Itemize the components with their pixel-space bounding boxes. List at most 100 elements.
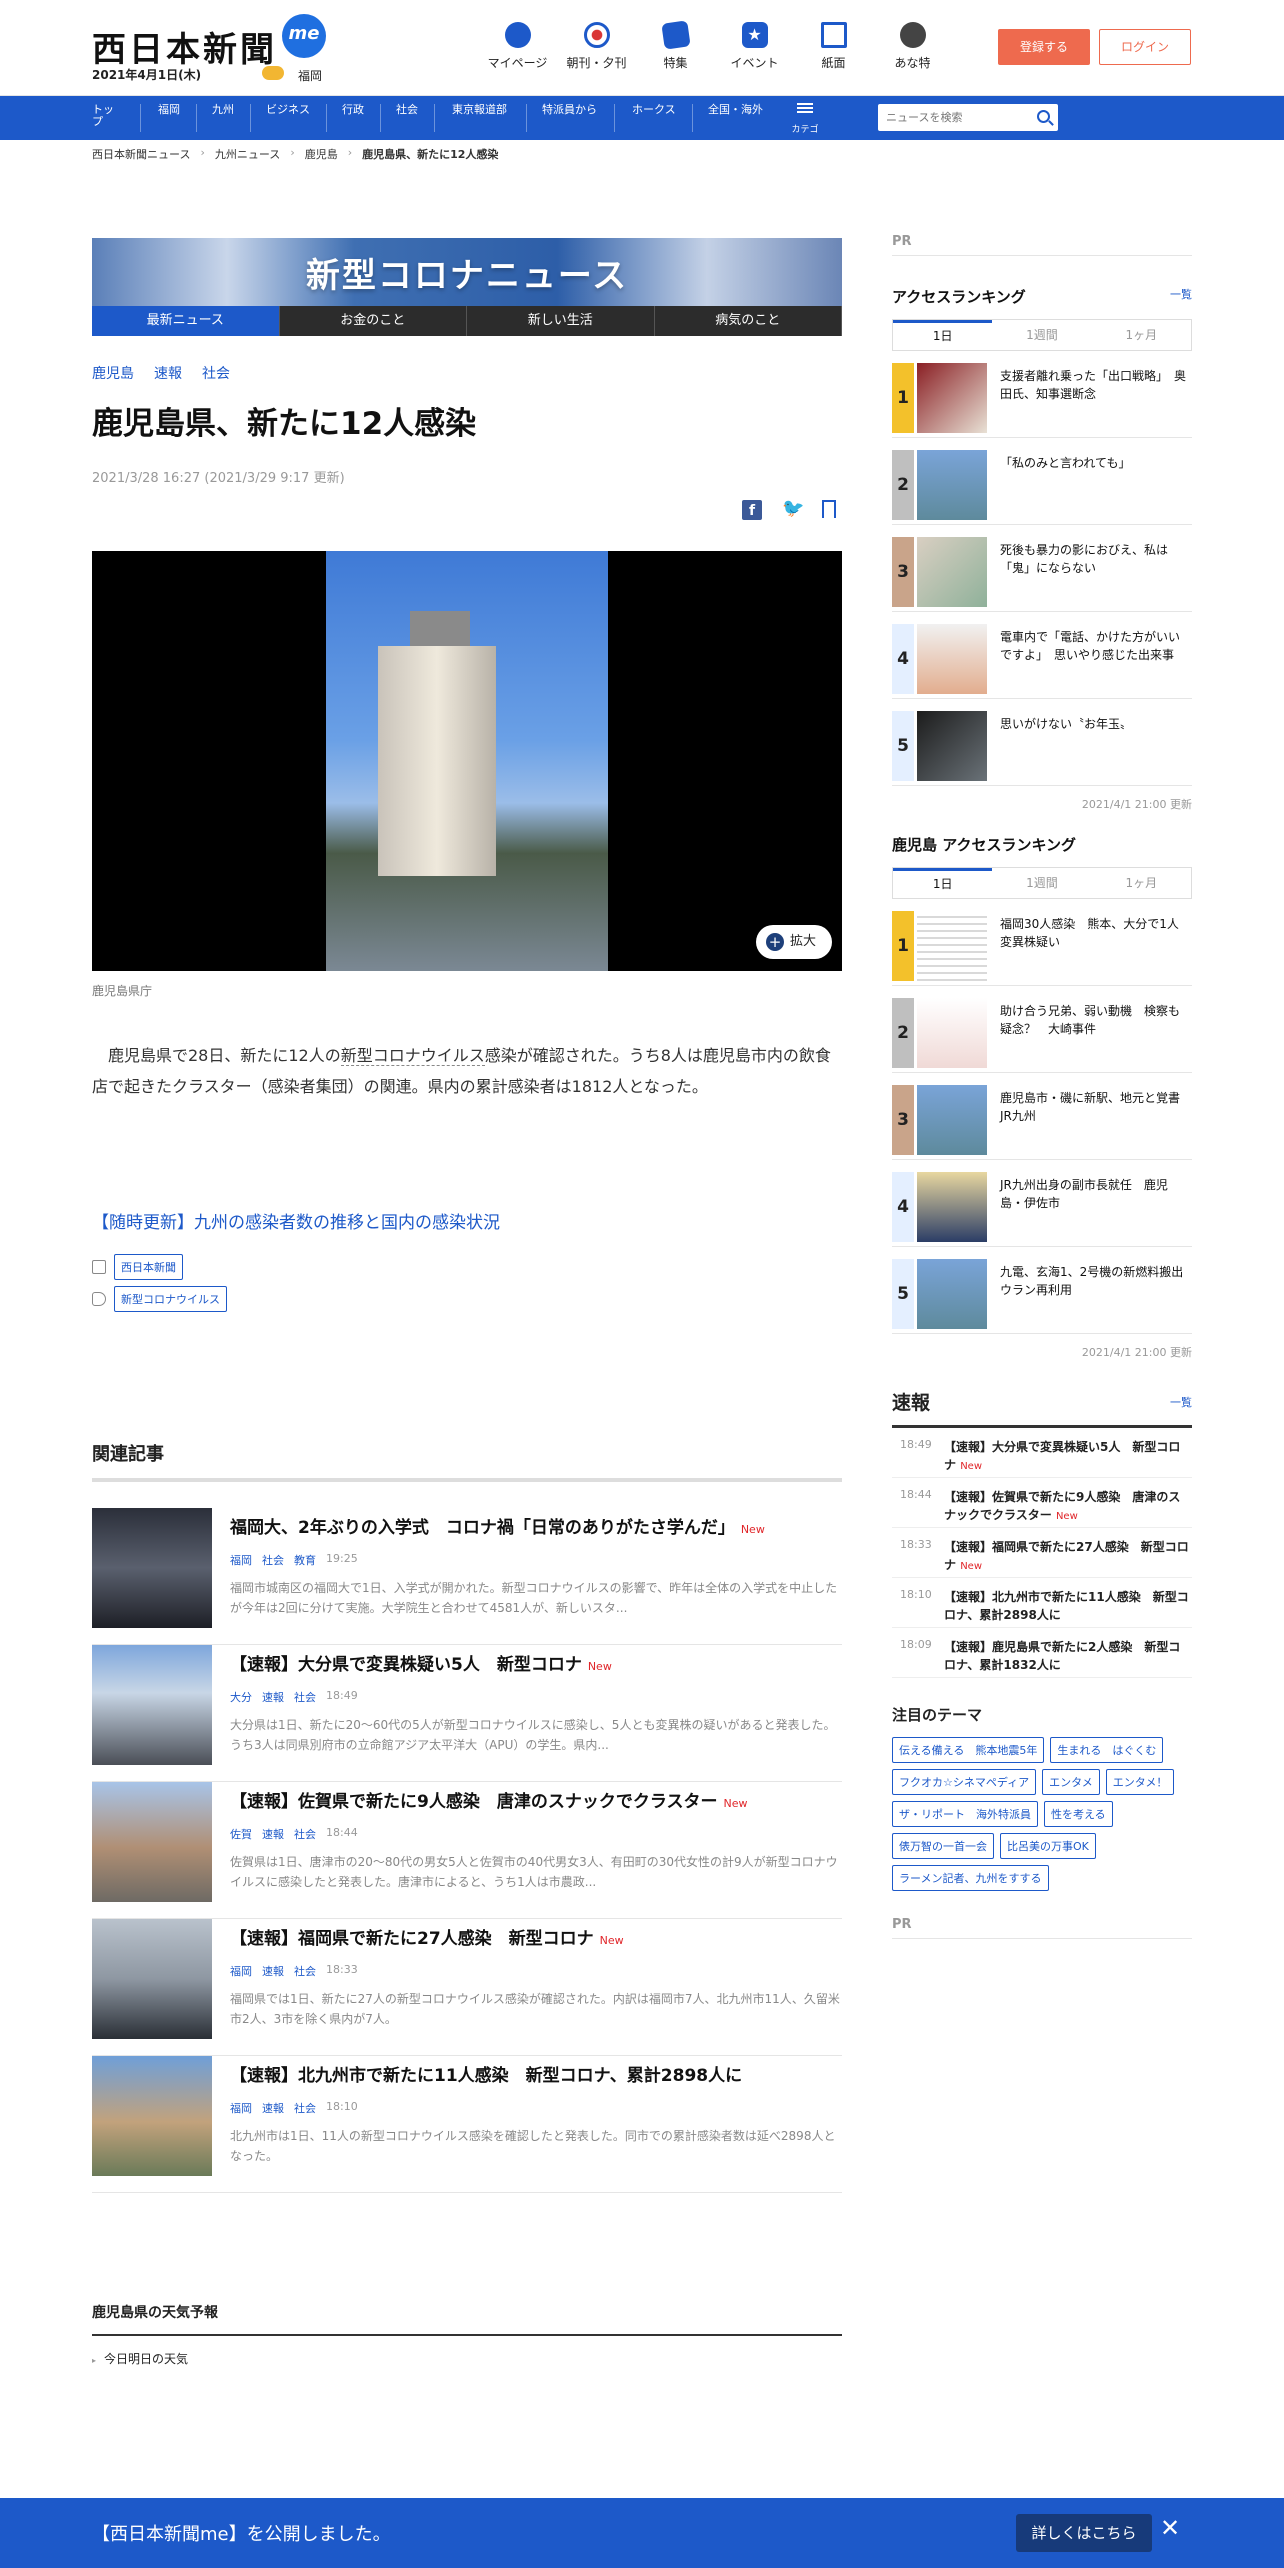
related-item[interactable]: 福岡大、2年ぶりの入学式 コロナ禍「日常のありがたさ学んだ」 New 福岡 社会 教育… [92, 1508, 842, 1645]
topic-chip[interactable]: 新型コロナウイルス [114, 1286, 227, 1312]
sokuho-item[interactable]: 18:33 【速報】福岡県で新たに27人感染 新型コロナ New [892, 1528, 1192, 1578]
ranking-item[interactable]: 4 JR九州出身の副市長就任 鹿児島・伊佐市 [892, 1160, 1192, 1247]
ranking-item[interactable]: 2 「私のみと言われても」 [892, 438, 1192, 525]
source-chip[interactable]: 西日本新聞 [114, 1254, 183, 1280]
site-logo[interactable]: 西日本新聞 [92, 22, 277, 71]
keyword-link[interactable]: 新型コロナウイルス [340, 1046, 485, 1066]
gnav-shakai[interactable]: 社会 [396, 104, 420, 116]
ranking-item[interactable]: 4 電車内で「電話、かけた方がいいですよ」 思いやり感じた出来事 [892, 612, 1192, 699]
facebook-icon[interactable]: f [742, 500, 762, 520]
gnav-hawks[interactable]: ホークス [632, 104, 680, 116]
nav-feature[interactable]: 特集 [636, 20, 715, 71]
related-thumbnail [92, 1645, 212, 1765]
twitter-icon[interactable]: 🐦 [782, 500, 804, 520]
tab-money[interactable]: お金のこと [279, 306, 467, 336]
gnav-gyosei[interactable]: 行政 [342, 104, 366, 116]
related-item[interactable]: 【速報】大分県で変異株疑い5人 新型コロナ New 大分 速報 社会 18:49 大分県… [92, 1645, 842, 1782]
article-tag[interactable]: 社会 [202, 363, 230, 383]
gnav-tokuhain[interactable]: 特派員から [542, 104, 602, 116]
theme-chip[interactable]: 性を考える [1044, 1801, 1113, 1827]
tab-1month[interactable]: 1ヶ月 [1092, 868, 1191, 898]
tab-new-life[interactable]: 新しい生活 [467, 306, 655, 336]
rank-number: 1 [892, 911, 914, 981]
chevron-right-icon[interactable]: › [1180, 204, 1187, 225]
me-logo-badge[interactable]: me [282, 14, 326, 58]
nav-anatoku[interactable]: あな特 [873, 22, 952, 71]
breadcrumb-item[interactable]: 西日本新聞ニュース [92, 146, 190, 162]
article-tag[interactable]: 速報 [154, 363, 182, 383]
tab-illness[interactable]: 病気のこと [654, 306, 842, 336]
theme-chip[interactable]: エンタメ [1042, 1769, 1100, 1795]
article-body: 鹿児島県で28日、新たに12人の新型コロナウイルス感染が確認された。うち8人は鹿… [92, 1040, 842, 1102]
tab-1day[interactable]: 1日 [893, 320, 993, 350]
category-menu-button[interactable]: カテゴリー覧 [790, 101, 820, 154]
ranking-more-link[interactable]: 一覧 [1170, 286, 1192, 307]
related-item[interactable]: 【速報】佐賀県で新たに9人感染 唐津のスナックでクラスター New 佐賀 速報 社会 1… [92, 1782, 842, 1919]
subscribe-link[interactable]: 新聞購読申し込み [1074, 199, 1184, 229]
close-icon[interactable]: ✕ [1160, 2514, 1180, 2542]
newspaper-icon [583, 22, 610, 48]
zoom-button[interactable]: 拡大 [756, 925, 832, 959]
tab-1month[interactable]: 1ヶ月 [1092, 320, 1191, 350]
ranking-item[interactable]: 1 福岡30人感染 熊本、大分で1人変異株疑い [892, 899, 1192, 986]
sokuho-item[interactable]: 18:44 【速報】佐賀県で新たに9人感染 唐津のスナックでクラスター New [892, 1478, 1192, 1528]
new-badge: New [1055, 1511, 1078, 1522]
related-title: 【速報】大分県で変異株疑い5人 新型コロナ New [230, 1655, 612, 1675]
gnav-business[interactable]: ビジネス [266, 104, 314, 116]
tab-1day[interactable]: 1日 [893, 868, 993, 898]
gnav-fukuoka[interactable]: 福岡 [158, 104, 182, 116]
article-photo[interactable]: 拡大 [92, 551, 842, 971]
theme-chip[interactable]: 比呂美の万事OK [1000, 1833, 1096, 1859]
search-icon[interactable] [1037, 110, 1050, 123]
theme-chip[interactable]: 生まれる はぐくむ [1050, 1737, 1164, 1763]
sokuho-more-link[interactable]: 一覧 [1170, 1394, 1192, 1410]
theme-chip[interactable]: 伝える備える 熊本地震5年 [892, 1737, 1045, 1763]
nav-event[interactable]: ★ イベント [715, 22, 794, 71]
gnav-world[interactable]: 全国・海外 [708, 104, 768, 116]
theme-chip[interactable]: ザ・リポート 海外特派員 [892, 1801, 1038, 1827]
promo-more-button[interactable]: 詳しくはこちら [1016, 2514, 1152, 2552]
ranking-updated: 2021/4/1 21:00 更新 [1081, 1346, 1192, 1359]
sokuho-header: 速報 一覧 [892, 1388, 1192, 1428]
ranking-item[interactable]: 3 死後も暴力の影におびえ、私は「鬼」にならない [892, 525, 1192, 612]
theme-chip[interactable]: エンタメ！ [1105, 1769, 1175, 1795]
breadcrumb-item[interactable]: 鹿児島 [305, 146, 338, 162]
sokuho-item[interactable]: 18:10 【速報】北九州市で新たに11人感染 新型コロナ、累計2898人に [892, 1578, 1192, 1628]
related-item[interactable]: 【速報】福岡県で新たに27人感染 新型コロナ New 福岡 速報 社会 18:33 福岡… [92, 1919, 842, 2056]
register-button[interactable]: 登録する [998, 29, 1090, 65]
gnav-top[interactable]: トップ [92, 104, 124, 128]
photo-building [378, 646, 496, 876]
nav-papers[interactable]: 朝刊・夕刊 [557, 22, 636, 71]
ranking-item[interactable]: 5 思いがけない〝お年玉〟 [892, 699, 1192, 786]
search-input[interactable] [878, 104, 1018, 131]
gnav-kyushu[interactable]: 九州 [212, 104, 236, 116]
theme-chip[interactable]: 俵万智の一首一会 [892, 1833, 994, 1859]
weather-link[interactable]: 今日明日の天気 [92, 2350, 188, 2367]
corona-news-banner[interactable]: 新型コロナニュース [92, 238, 842, 306]
sokuho-item[interactable]: 18:49 【速報】大分県で変異株疑い5人 新型コロナ New [892, 1428, 1192, 1478]
nav-label: 紙面 [821, 56, 846, 70]
related-update-link[interactable]: 【随時更新】九州の感染者数の推移と国内の感染状況 [92, 1208, 500, 1233]
bookmark-icon[interactable] [822, 500, 836, 518]
theme-chip[interactable]: ラーメン記者、九州をすする [892, 1865, 1049, 1891]
tab-1week[interactable]: 1週間 [992, 320, 1091, 350]
login-button[interactable]: ログイン [1099, 29, 1191, 65]
article-tag[interactable]: 鹿児島 [92, 363, 134, 383]
ranking-item[interactable]: 3 鹿児島市・磯に新駅、地元と覚書 JR九州 [892, 1073, 1192, 1160]
sokuho-item[interactable]: 18:09 【速報】鹿児島県で新たに2人感染 新型コロナ、累計1832人に [892, 1628, 1192, 1678]
banner-title: 新型コロナニュース [305, 256, 629, 296]
ranking-item[interactable]: 2 助け合う兄弟、弱い動機 検察も疑念？ 大崎事件 [892, 986, 1192, 1073]
nav-paper[interactable]: 紙面 [794, 22, 873, 71]
related-meta: 福岡 速報 社会 18:33 [230, 1963, 358, 1978]
gnav-tokyo[interactable]: 東京報道部 [452, 104, 512, 116]
related-item[interactable]: 【速報】北九州市で新たに11人感染 新型コロナ、累計2898人に 福岡 速報 社会 1… [92, 2056, 842, 2193]
header-city[interactable]: 福岡 [298, 67, 322, 84]
breadcrumb-item[interactable]: 九州ニュース [215, 146, 280, 162]
article-tags: 鹿児島 速報 社会 [92, 363, 230, 383]
nav-mypage[interactable]: マイページ [478, 22, 557, 71]
ranking-item[interactable]: 1 支援者離れ乗った「出口戦略」 奥田氏、知事選断念 [892, 351, 1192, 438]
tab-latest[interactable]: 最新ニュース [92, 306, 280, 336]
ranking-item[interactable]: 5 九電、玄海1、2号機の新燃料搬出 ウラン再利用 [892, 1247, 1195, 1334]
theme-chip[interactable]: フクオカ☆シネマペディア [892, 1769, 1037, 1795]
tab-1week[interactable]: 1週間 [992, 868, 1091, 898]
